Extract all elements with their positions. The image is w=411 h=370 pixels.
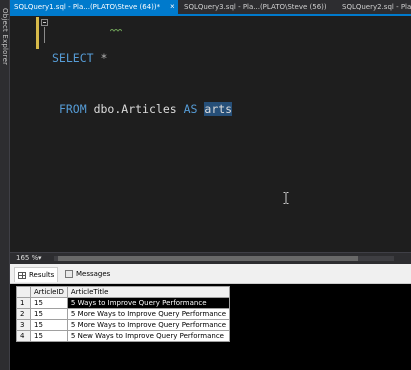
column-header[interactable]: ArticleTitle bbox=[66, 286, 231, 298]
cell-article-id[interactable]: 15 bbox=[30, 308, 68, 320]
results-grid-area: ArticleID ArticleTitle 1 15 5 Ways to Im… bbox=[10, 284, 411, 370]
collapse-icon[interactable] bbox=[41, 19, 48, 26]
keyword-from: FROM bbox=[58, 102, 87, 116]
zoom-level[interactable]: 165 % bbox=[16, 253, 38, 264]
code-line-2: FROM dbo.Articles AS arts bbox=[52, 101, 233, 118]
header-row: ArticleID ArticleTitle bbox=[16, 286, 231, 298]
messages-icon bbox=[65, 270, 73, 278]
object-explorer-label[interactable]: Object Explorer bbox=[1, 8, 9, 98]
corner-cell[interactable] bbox=[16, 286, 31, 298]
code-text[interactable]: SELECT * FROM dbo.Articles AS arts bbox=[52, 16, 233, 152]
table-row[interactable]: 4 15 5 New Ways to Improve Query Perform… bbox=[16, 330, 231, 342]
cell-article-title[interactable]: 5 More Ways to Improve Query Performance bbox=[66, 319, 231, 331]
zoom-bar: 165 % ▾ bbox=[10, 252, 411, 264]
cell-article-id[interactable]: 15 bbox=[30, 330, 68, 342]
row-number[interactable]: 2 bbox=[16, 308, 31, 320]
row-number[interactable]: 4 bbox=[16, 330, 31, 342]
change-tracking-bar bbox=[36, 17, 39, 49]
ibeam-cursor-icon bbox=[283, 192, 289, 204]
squiggle-underline bbox=[110, 29, 122, 32]
tab-label: SQLQuery3.sql - Pla...(PLATO\Steve (56)) bbox=[184, 3, 327, 11]
cell-article-id[interactable]: 15 bbox=[30, 319, 68, 331]
cell-article-title[interactable]: 5 More Ways to Improve Query Performance bbox=[66, 308, 231, 320]
column-header[interactable]: ArticleID bbox=[30, 286, 68, 298]
tab-sqlquery1[interactable]: SQLQuery1.sql - Pla...(PLATO\Steve (64))… bbox=[10, 0, 178, 14]
star-operator: * bbox=[100, 51, 108, 65]
tab-label: SQLQuery1.sql - Pla...(PLATO\Steve (64))… bbox=[14, 3, 161, 11]
cell-article-title[interactable]: 5 New Ways to Improve Query Performance bbox=[66, 330, 231, 342]
keyword-as: AS bbox=[183, 102, 198, 116]
keyword-select: SELECT bbox=[52, 51, 94, 65]
tab-label: SQLQuery2.sql - Pla bbox=[342, 3, 411, 11]
table-name: dbo.Articles bbox=[93, 102, 177, 116]
chevron-down-icon[interactable]: ▾ bbox=[38, 253, 42, 264]
object-explorer-strip[interactable]: Object Explorer bbox=[0, 0, 10, 370]
editor-gutter bbox=[10, 16, 40, 252]
tab-sqlquery3[interactable]: SQLQuery3.sql - Pla...(PLATO\Steve (56)) bbox=[180, 0, 336, 14]
tab-sqlquery2[interactable]: SQLQuery2.sql - Pla bbox=[338, 0, 411, 14]
table-row[interactable]: 1 15 5 Ways to Improve Query Performance bbox=[16, 297, 231, 309]
close-icon[interactable]: × bbox=[170, 0, 175, 14]
selected-alias: arts bbox=[204, 102, 233, 116]
table-row[interactable]: 3 15 5 More Ways to Improve Query Perfor… bbox=[16, 319, 231, 331]
row-number[interactable]: 1 bbox=[16, 297, 31, 309]
cell-article-title[interactable]: 5 Ways to Improve Query Performance bbox=[66, 297, 231, 309]
outline-line bbox=[44, 27, 45, 43]
grid-icon bbox=[18, 272, 26, 279]
results-tab-label: Results bbox=[29, 271, 55, 279]
tab-results[interactable]: Results bbox=[14, 267, 58, 282]
document-tab-bar: SQLQuery1.sql - Pla...(PLATO\Steve (64))… bbox=[10, 0, 411, 14]
ssms-window: Object Explorer SQLQuery1.sql - Pla...(P… bbox=[0, 0, 411, 370]
tab-messages[interactable]: Messages bbox=[62, 267, 112, 282]
results-grid[interactable]: ArticleID ArticleTitle 1 15 5 Ways to Im… bbox=[16, 286, 231, 342]
row-number[interactable]: 3 bbox=[16, 319, 31, 331]
results-tab-bar: Results Messages bbox=[10, 264, 411, 284]
cell-article-id[interactable]: 15 bbox=[30, 297, 68, 309]
code-line-1: SELECT * bbox=[52, 50, 232, 67]
query-editor[interactable]: SELECT * FROM dbo.Articles AS arts bbox=[10, 16, 411, 252]
messages-tab-label: Messages bbox=[76, 270, 111, 278]
scrollbar-thumb[interactable] bbox=[58, 256, 358, 261]
table-row[interactable]: 2 15 5 More Ways to Improve Query Perfor… bbox=[16, 308, 231, 320]
